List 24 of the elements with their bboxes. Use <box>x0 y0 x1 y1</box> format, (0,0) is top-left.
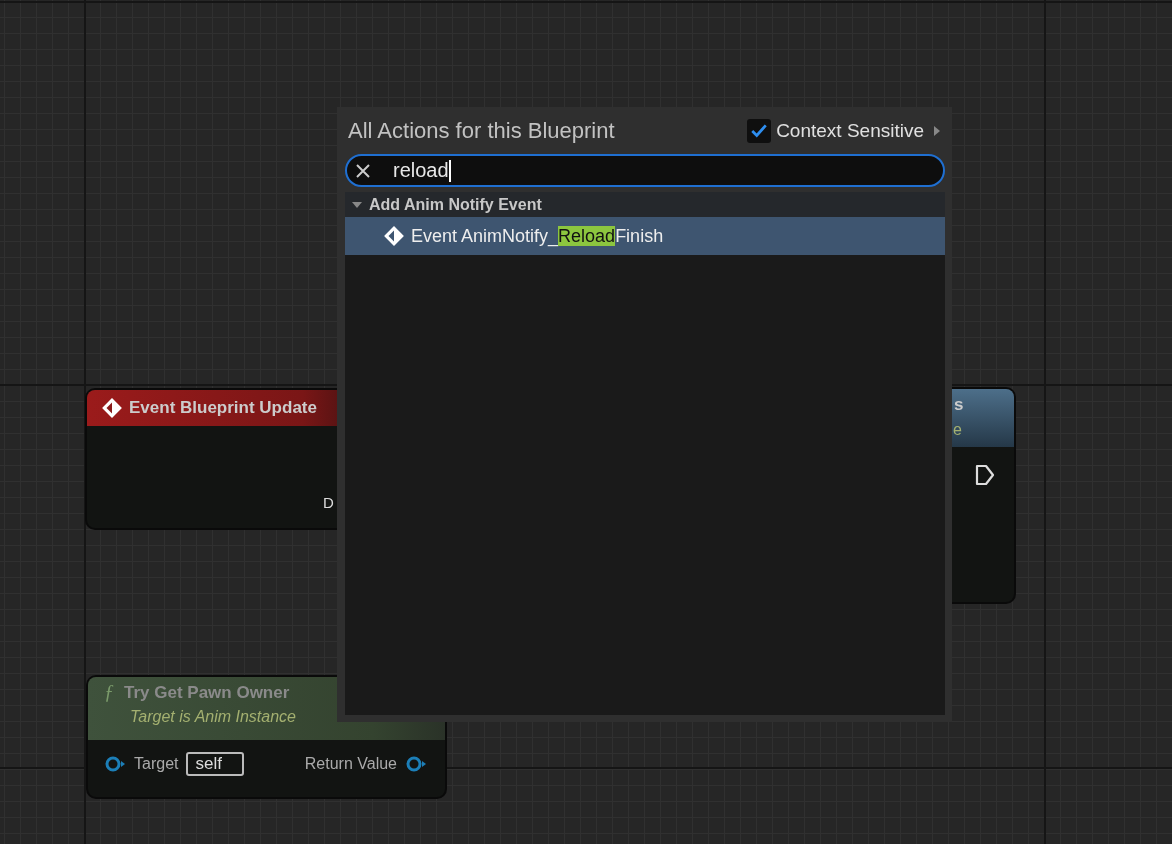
pin-label: Return Value <box>304 755 397 773</box>
expand-arrow-icon[interactable] <box>351 200 363 209</box>
event-icon <box>383 225 405 247</box>
category-row[interactable]: Add Anim Notify Event <box>345 192 945 217</box>
search-field[interactable]: reload <box>345 154 945 187</box>
node-subtitle: e <box>953 421 962 439</box>
pin-label: D <box>323 494 334 511</box>
menu-title: All Actions for this Blueprint <box>348 117 616 144</box>
pin-value-field[interactable]: self <box>186 752 244 776</box>
function-icon: ƒ <box>104 681 114 704</box>
event-icon <box>101 397 123 419</box>
node-title: s <box>954 395 964 415</box>
object-pin-icon[interactable] <box>104 755 126 773</box>
action-item[interactable]: Event AnimNotify_ReloadFinish <box>345 217 945 255</box>
checkbox-label: Context Sensitive <box>776 119 924 142</box>
exec-pin-icon[interactable] <box>975 464 995 486</box>
node-title: Event Blueprint Update <box>129 398 317 418</box>
pin-label: Target <box>134 755 179 773</box>
clear-icon[interactable] <box>355 162 371 179</box>
checkbox[interactable] <box>747 118 772 143</box>
object-pin-icon[interactable] <box>405 755 427 773</box>
node-title: Try Get Pawn Owner <box>124 682 290 703</box>
expand-arrow-icon[interactable] <box>933 124 941 137</box>
node-subtitle: Target is Anim Instance <box>130 708 297 726</box>
